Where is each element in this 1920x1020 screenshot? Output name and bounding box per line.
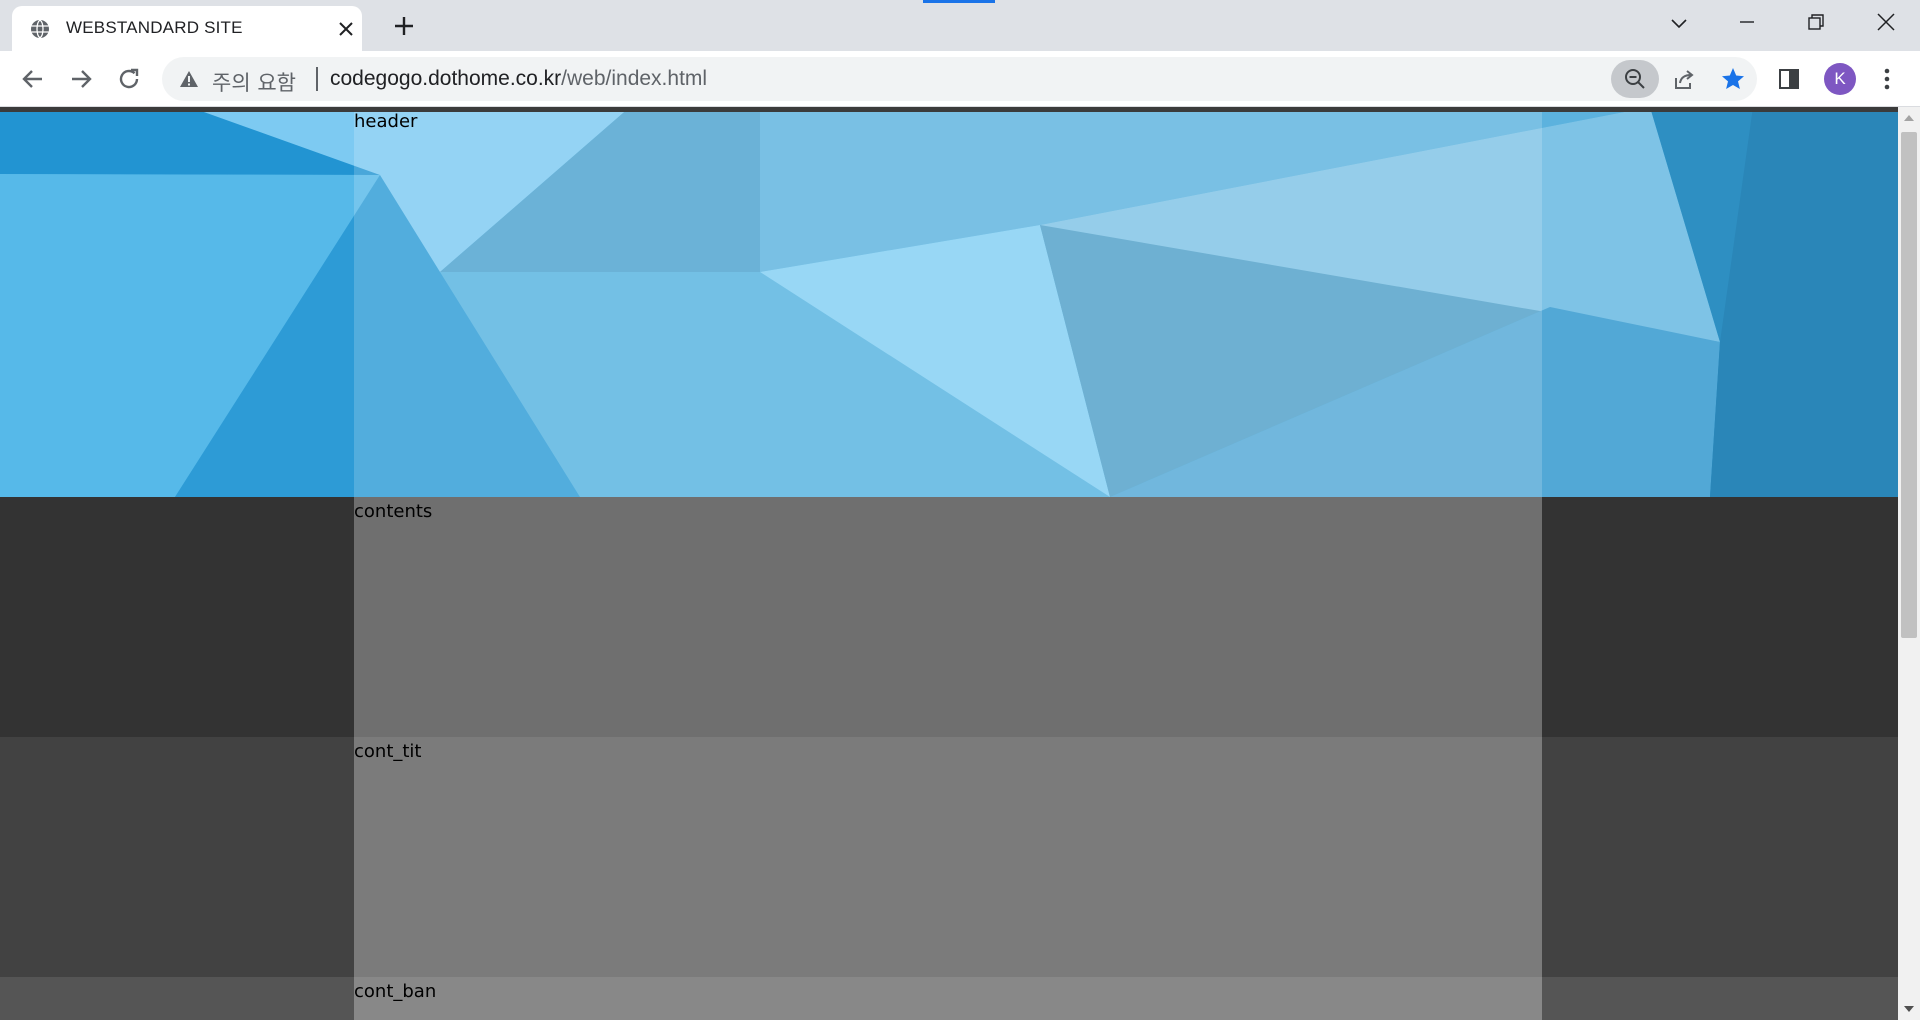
page-viewport: header contents cont_tit cont_ban	[0, 107, 1898, 1020]
zoom-out-icon	[1625, 69, 1645, 89]
share-icon[interactable]	[1672, 68, 1696, 92]
plus-icon[interactable]	[392, 14, 416, 38]
scroll-down-arrow-icon[interactable]	[1904, 1006, 1914, 1012]
security-status-text[interactable]: 주의 요함	[212, 67, 296, 97]
cont-ban-label: cont_ban	[354, 981, 437, 1002]
globe-icon	[31, 19, 49, 39]
header-section	[0, 107, 1898, 497]
chevron-down-icon[interactable]	[1669, 13, 1689, 33]
side-panel-icon[interactable]	[1778, 68, 1800, 90]
url-path: /web/index.html	[561, 67, 708, 90]
header-label: header	[354, 111, 418, 132]
contents-label: contents	[354, 501, 433, 522]
cont-ban-section: cont_ban	[0, 977, 1898, 1020]
browser-tab[interactable]: WEBSTANDARD SITE	[12, 6, 362, 51]
url-text[interactable]: codegogo.dothome.co.kr/web/index.html	[330, 67, 707, 91]
cont-tit-section: cont_tit	[0, 737, 1898, 977]
contents-section: contents	[0, 497, 1898, 737]
page-top-line	[0, 107, 1898, 112]
vertical-scrollbar[interactable]	[1898, 107, 1920, 1020]
close-icon[interactable]	[337, 20, 355, 38]
cont-tit-label: cont_tit	[354, 741, 422, 762]
tab-loading-indicator	[923, 0, 995, 3]
warning-icon[interactable]	[179, 70, 199, 88]
scroll-up-arrow-icon[interactable]	[1904, 115, 1914, 121]
close-icon[interactable]	[1875, 11, 1897, 33]
scrollbar-thumb[interactable]	[1901, 132, 1917, 638]
divider	[316, 67, 318, 91]
zoom-button[interactable]	[1611, 60, 1659, 98]
avatar[interactable]: K	[1824, 63, 1856, 95]
browser-toolbar: 주의 요함 codegogo.dothome.co.kr/web/index.h…	[0, 51, 1920, 107]
url-host: codegogo.dothome.co.kr	[330, 67, 562, 90]
restore-icon[interactable]	[1806, 12, 1826, 32]
star-icon[interactable]	[1720, 66, 1746, 92]
tab-strip: WEBSTANDARD SITE	[0, 0, 1920, 51]
tab-title: WEBSTANDARD SITE	[66, 18, 243, 37]
forward-arrow-icon[interactable]	[67, 65, 95, 93]
minimize-icon[interactable]	[1737, 12, 1757, 32]
contents-container: contents	[354, 497, 1542, 737]
cont-tit-container: cont_tit	[354, 737, 1542, 977]
reload-icon[interactable]	[115, 65, 143, 93]
back-arrow-icon[interactable]	[19, 65, 47, 93]
cont-ban-container: cont_ban	[354, 977, 1542, 1020]
address-bar[interactable]: 주의 요함 codegogo.dothome.co.kr/web/index.h…	[162, 57, 1757, 101]
more-vert-icon[interactable]	[1880, 67, 1894, 91]
header-container	[354, 107, 1542, 497]
